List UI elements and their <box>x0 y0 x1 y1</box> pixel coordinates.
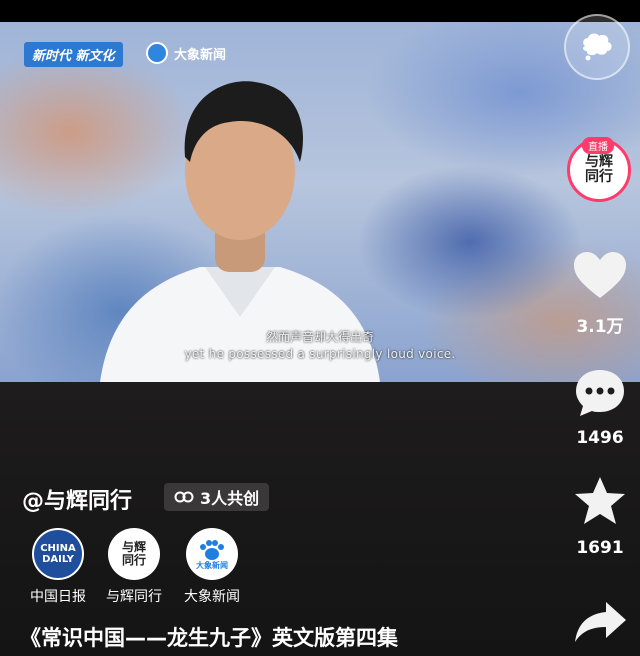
avatar-name: 与辉同行 <box>585 154 613 185</box>
bubble-icon <box>583 33 612 61</box>
china-daily-logo-icon: CHINA DAILY <box>32 528 84 580</box>
live-badge: 直播 <box>582 137 614 154</box>
creator-label: 中国日报 <box>30 589 86 605</box>
video-player[interactable]: 新时代 新文化 大象新闻 然而声音却大得出奇 yet he possessed … <box>0 22 640 382</box>
paw-icon <box>200 539 224 560</box>
creator-china-daily[interactable]: CHINA DAILY 中国日报 <box>18 528 98 606</box>
favorite-button[interactable] <box>560 474 640 528</box>
collab-link-icon <box>174 491 194 503</box>
collab-badge[interactable]: 3人共创 <box>164 483 270 511</box>
video-caption[interactable]: 《常识中国——龙生九子》英文版第四集 <box>20 622 398 652</box>
like-group[interactable]: 3.1万 <box>560 250 640 340</box>
comment-group[interactable]: 1496 <box>560 366 640 456</box>
dxnews-logo-text: 大象新闻 <box>196 560 228 570</box>
comment-icon <box>576 370 624 416</box>
subtitle-english: yet he possessed a surprisingly loud voi… <box>184 347 456 361</box>
creator-dxnews[interactable]: 大象新闻 大象新闻 <box>172 528 252 606</box>
comment-bubble-button[interactable] <box>564 14 630 80</box>
share-arrow-icon <box>575 602 626 642</box>
yuhui-logo-text: 与辉同行 <box>121 540 146 567</box>
comment-count: 1496 <box>576 428 624 448</box>
author-handle[interactable]: @与辉同行 <box>22 483 132 515</box>
china-daily-logo-text: CHINA DAILY <box>40 543 76 565</box>
dxnews-logo-icon: 大象新闻 <box>186 528 238 580</box>
creator-label: 与辉同行 <box>106 589 162 605</box>
like-count: 3.1万 <box>576 317 624 337</box>
star-icon <box>575 477 625 524</box>
yuhui-logo-icon: 与辉同行 <box>108 528 160 580</box>
comment-button[interactable] <box>560 366 640 420</box>
like-button[interactable] <box>560 250 640 300</box>
share-button[interactable] <box>560 598 640 644</box>
favorite-group[interactable]: 1691 <box>560 474 640 564</box>
heart-icon <box>574 252 626 298</box>
subtitle-chinese: 然而声音却大得出奇 <box>265 330 374 344</box>
video-info-area <box>0 382 640 656</box>
creator-yuhui[interactable]: 与辉同行 与辉同行 <box>94 528 174 606</box>
creator-label: 大象新闻 <box>184 589 240 605</box>
author-avatar[interactable]: 直播 与辉同行 <box>567 137 631 202</box>
top-bar <box>0 0 640 22</box>
collab-label: 3人共创 <box>200 489 260 508</box>
favorite-count: 1691 <box>576 538 624 558</box>
